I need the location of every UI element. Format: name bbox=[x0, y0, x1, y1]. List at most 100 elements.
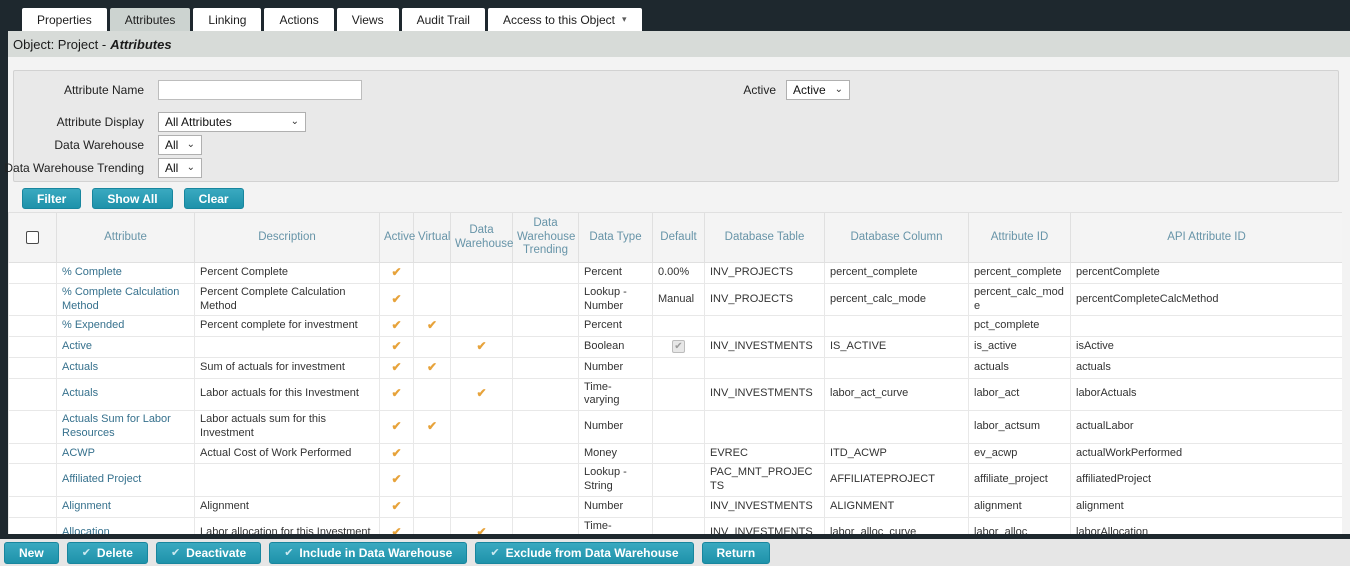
database-column-cell: labor_alloc_curve bbox=[825, 517, 969, 534]
attribute-link[interactable]: % Expended bbox=[62, 319, 124, 331]
attribute-cell: Affiliated Project bbox=[57, 464, 195, 497]
tab-label: Attributes bbox=[125, 13, 176, 27]
attribute-link[interactable]: Allocation bbox=[62, 526, 110, 534]
attribute-cell: Actuals bbox=[57, 378, 195, 411]
attribute-display-select[interactable]: All Attributes ⌄ bbox=[158, 112, 306, 132]
select-all-checkbox[interactable] bbox=[26, 231, 39, 244]
data-warehouse-cell bbox=[451, 464, 513, 497]
attribute-link[interactable]: % Complete bbox=[62, 266, 122, 278]
dw-trending-cell bbox=[513, 464, 579, 497]
column-header-api-attribute-id: API Attribute ID bbox=[1071, 213, 1343, 263]
data-type-cell: Time-varying bbox=[579, 517, 653, 534]
filter-button[interactable]: Filter bbox=[22, 188, 81, 209]
api-attribute-id-cell: actualLabor bbox=[1071, 411, 1343, 444]
delete-button[interactable]: ✔Delete bbox=[67, 542, 148, 564]
tab-actions[interactable]: Actions bbox=[264, 8, 333, 31]
tab-views[interactable]: Views bbox=[337, 8, 399, 31]
tab-attributes[interactable]: Attributes bbox=[110, 8, 191, 31]
attribute-cell: % Complete Calculation Method bbox=[57, 283, 195, 316]
api-attribute-id-cell: percentCompleteCalcMethod bbox=[1071, 283, 1343, 316]
attribute-link[interactable]: Actuals bbox=[62, 361, 98, 373]
attribute-id-cell: alignment bbox=[969, 496, 1071, 517]
show-all-button[interactable]: Show All bbox=[92, 188, 172, 209]
table-row: Affiliated Project✔Lookup - StringPAC_MN… bbox=[9, 464, 1343, 497]
caret-down-icon: ▾ bbox=[622, 14, 627, 25]
data-warehouse-cell bbox=[451, 411, 513, 444]
button-label: Return bbox=[717, 546, 756, 560]
check-icon: ✔ bbox=[490, 546, 499, 559]
row-select-cell[interactable] bbox=[9, 283, 57, 316]
attribute-name-input[interactable] bbox=[158, 80, 362, 100]
return-button[interactable]: Return bbox=[702, 542, 771, 564]
active-select[interactable]: Active ⌄ bbox=[786, 80, 850, 100]
database-column-cell: labor_act_curve bbox=[825, 378, 969, 411]
data-type-cell: Boolean bbox=[579, 337, 653, 358]
data-type-cell: Lookup - Number bbox=[579, 283, 653, 316]
tab-audit-trail[interactable]: Audit Trail bbox=[402, 8, 485, 31]
attribute-link[interactable]: Actuals bbox=[62, 387, 98, 399]
check-icon: ✔ bbox=[427, 360, 437, 374]
table-row: ACWPActual Cost of Work Performed✔MoneyE… bbox=[9, 443, 1343, 464]
footer-action-bar: New✔Delete✔Deactivate✔Include in Data Wa… bbox=[0, 539, 1350, 566]
row-select-cell[interactable] bbox=[9, 443, 57, 464]
dw-trending-select[interactable]: All ⌄ bbox=[158, 158, 202, 178]
default-cell bbox=[653, 443, 705, 464]
attribute-name-label: Attribute Name bbox=[14, 83, 144, 97]
virtual-cell bbox=[414, 517, 451, 534]
attribute-link[interactable]: Active bbox=[62, 340, 92, 352]
filter-row-attribute-name: Attribute Name bbox=[14, 79, 362, 101]
data-warehouse-cell: ✔ bbox=[451, 517, 513, 534]
row-select-cell[interactable] bbox=[9, 496, 57, 517]
row-select-cell[interactable] bbox=[9, 411, 57, 444]
data-type-cell: Lookup - String bbox=[579, 464, 653, 497]
api-attribute-id-cell: affiliatedProject bbox=[1071, 464, 1343, 497]
check-icon: ✔ bbox=[391, 265, 401, 279]
attribute-link[interactable]: % Complete Calculation Method bbox=[62, 286, 179, 312]
row-select-cell[interactable] bbox=[9, 517, 57, 534]
row-select-cell[interactable] bbox=[9, 337, 57, 358]
include-in-data-warehouse-button[interactable]: ✔Include in Data Warehouse bbox=[269, 542, 467, 564]
data-warehouse-cell bbox=[451, 316, 513, 337]
dw-trending-cell bbox=[513, 337, 579, 358]
data-warehouse-cell: ✔ bbox=[451, 378, 513, 411]
attribute-link[interactable]: ACWP bbox=[62, 447, 95, 459]
row-select-cell[interactable] bbox=[9, 357, 57, 378]
dw-trending-cell bbox=[513, 378, 579, 411]
check-icon: ✔ bbox=[391, 339, 401, 353]
tab-linking[interactable]: Linking bbox=[193, 8, 261, 31]
deactivate-button[interactable]: ✔Deactivate bbox=[156, 542, 261, 564]
row-select-cell[interactable] bbox=[9, 316, 57, 337]
exclude-from-data-warehouse-button[interactable]: ✔Exclude from Data Warehouse bbox=[475, 542, 693, 564]
attribute-link[interactable]: Affiliated Project bbox=[62, 473, 141, 485]
active-label: Active bbox=[726, 83, 776, 97]
column-header-database-table: Database Table bbox=[705, 213, 825, 263]
tab-label: Audit Trail bbox=[417, 13, 470, 27]
filter-row-data-warehouse: Data Warehouse All ⌄ bbox=[14, 134, 202, 156]
table-row: % CompletePercent Complete✔Percent0.00%I… bbox=[9, 263, 1343, 284]
virtual-cell: ✔ bbox=[414, 411, 451, 444]
virtual-cell bbox=[414, 337, 451, 358]
data-warehouse-cell bbox=[451, 283, 513, 316]
button-label: Deactivate bbox=[186, 546, 246, 560]
check-icon: ✔ bbox=[391, 525, 401, 534]
new-button[interactable]: New bbox=[4, 542, 59, 564]
data-warehouse-select[interactable]: All ⌄ bbox=[158, 135, 202, 155]
column-header-description: Description bbox=[195, 213, 380, 263]
tab-label: Actions bbox=[279, 13, 318, 27]
tab-properties[interactable]: Properties bbox=[22, 8, 107, 31]
tab-access-to-this-object[interactable]: Access to this Object▾ bbox=[488, 8, 642, 31]
readonly-checked-checkbox: ✔ bbox=[672, 340, 685, 353]
database-table-cell: INV_INVESTMENTS bbox=[705, 517, 825, 534]
attribute-link[interactable]: Alignment bbox=[62, 500, 111, 512]
row-select-cell[interactable] bbox=[9, 263, 57, 284]
row-select-cell[interactable] bbox=[9, 378, 57, 411]
row-select-cell[interactable] bbox=[9, 464, 57, 497]
attribute-link[interactable]: Actuals Sum for Labor Resources bbox=[62, 413, 171, 439]
clear-button[interactable]: Clear bbox=[184, 188, 244, 209]
filter-row-active: Active Active ⌄ bbox=[726, 79, 850, 101]
data-warehouse-label: Data Warehouse bbox=[14, 138, 144, 152]
description-cell: Actual Cost of Work Performed bbox=[195, 443, 380, 464]
description-cell bbox=[195, 337, 380, 358]
api-attribute-id-cell: percentComplete bbox=[1071, 263, 1343, 284]
api-attribute-id-cell: actuals bbox=[1071, 357, 1343, 378]
